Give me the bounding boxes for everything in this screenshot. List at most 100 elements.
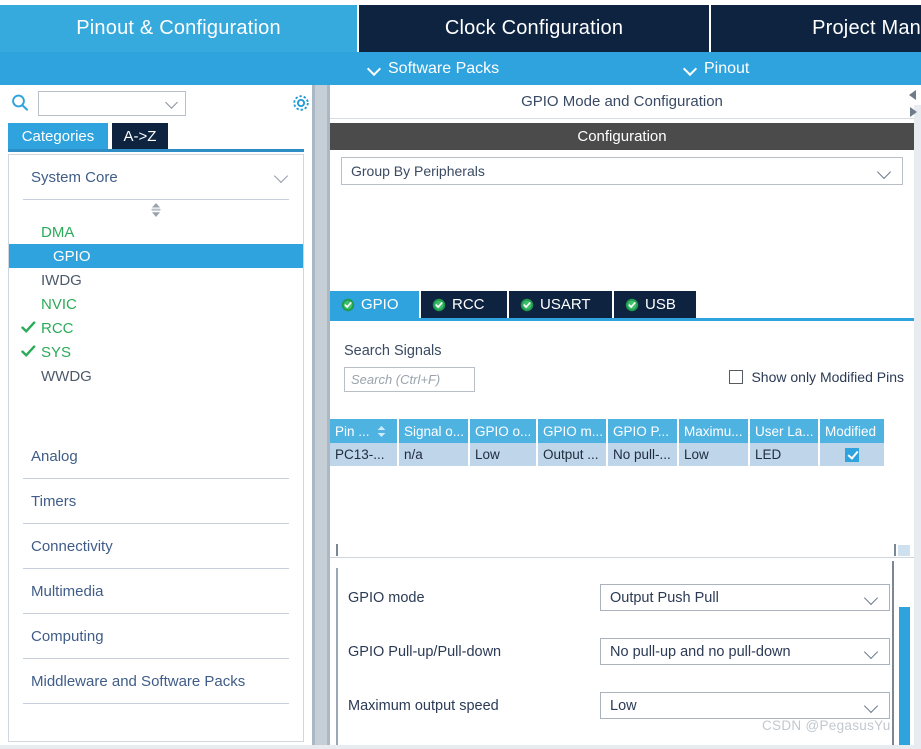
show-only-modified-pins-checkbox[interactable]: [729, 370, 743, 384]
sidebar-tab-underline: [8, 149, 304, 152]
check-circle-icon: [341, 298, 355, 312]
tab-clock-configuration[interactable]: Clock Configuration: [357, 5, 709, 52]
col-signal-on-pin[interactable]: Signal o...: [399, 419, 470, 443]
sidebar-search-input[interactable]: [38, 91, 186, 116]
category-analog-header[interactable]: Analog: [9, 434, 303, 478]
sidebar-item-wwdg[interactable]: WWDG: [9, 364, 303, 388]
col-pin[interactable]: Pin ...: [330, 419, 399, 443]
ptab-usb[interactable]: USB: [614, 291, 698, 318]
form-vscrollbar-thumb[interactable]: [899, 607, 910, 749]
ptab-usart-label: USART: [540, 296, 591, 313]
col-gpio-output-label: GPIO o...: [475, 424, 531, 439]
field-gpio-pull-select[interactable]: No pull-up and no pull-down: [600, 638, 890, 665]
mode-header-label: GPIO Mode and Configuration: [521, 93, 723, 110]
pinout-label: Pinout: [704, 60, 749, 78]
show-only-modified-pins-label: Show only Modified Pins: [751, 369, 904, 385]
pins-table-hscrollbar[interactable]: [330, 543, 914, 557]
tab-project-manager[interactable]: Project Man: [709, 5, 921, 52]
col-maximum-speed[interactable]: Maximu...: [679, 419, 750, 443]
col-modified[interactable]: Modified: [820, 419, 884, 443]
pinout-menu[interactable]: Pinout: [684, 52, 749, 85]
cell-signal: n/a: [399, 443, 470, 466]
tab-pinout-configuration[interactable]: Pinout & Configuration: [0, 5, 357, 52]
field-gpio-pull-label: GPIO Pull-up/Pull-down: [348, 644, 501, 660]
cell-modified[interactable]: [820, 443, 884, 466]
field-maximum-output-speed: Maximum output speed Low: [330, 692, 914, 719]
tab-categories-label: Categories: [22, 128, 95, 145]
configuration-panel: GPIO Mode and Configuration Configuratio…: [330, 85, 914, 749]
sidebar-item-iwdg[interactable]: IWDG: [9, 268, 303, 292]
col-gpio-pull[interactable]: GPIO P...: [608, 419, 679, 443]
panel-splitter[interactable]: [312, 85, 330, 749]
ptab-gpio-label: GPIO: [361, 296, 399, 313]
sidebar-item-dma[interactable]: DMA: [9, 220, 303, 244]
chevron-down-icon: [684, 62, 697, 75]
sidebar-item-sys[interactable]: SYS: [9, 340, 303, 364]
search-signals-title: Search Signals: [344, 343, 442, 359]
ptab-rcc-label: RCC: [452, 296, 485, 313]
group-by-select[interactable]: Group By Peripherals: [341, 157, 903, 185]
mode-header: GPIO Mode and Configuration: [330, 85, 914, 119]
category-multimedia-header[interactable]: Multimedia: [9, 569, 303, 613]
category-system-core: System Core DMA: [9, 155, 303, 434]
sidebar-item-gpio[interactable]: GPIO: [9, 244, 303, 268]
field-maximum-output-speed-label: Maximum output speed: [348, 698, 499, 714]
search-signals-input[interactable]: Search (Ctrl+F): [344, 367, 475, 392]
category-middleware-software-packs-label: Middleware and Software Packs: [31, 673, 275, 690]
category-connectivity-header[interactable]: Connectivity: [9, 524, 303, 568]
bottom-gutter: [0, 745, 921, 749]
gear-icon[interactable]: [290, 92, 312, 114]
hscrollbar-thumb[interactable]: [898, 545, 910, 556]
category-computing-header[interactable]: Computing: [9, 614, 303, 658]
col-user-label[interactable]: User La...: [750, 419, 820, 443]
category-system-core-header[interactable]: System Core: [9, 155, 303, 199]
sidebar-item-gpio-label: GPIO: [53, 248, 91, 265]
scroll-right-arrow-icon[interactable]: [906, 105, 920, 119]
category-middleware-software-packs-header[interactable]: Middleware and Software Packs: [9, 659, 303, 703]
cell-gpio-output: Low: [470, 443, 538, 466]
chevron-down-icon: [368, 62, 381, 75]
field-gpio-pull-value: No pull-up and no pull-down: [610, 644, 791, 660]
form-vscrollbar[interactable]: [898, 561, 912, 749]
field-gpio-mode-select[interactable]: Output Push Pull: [600, 584, 890, 611]
software-packs-menu[interactable]: Software Packs: [368, 52, 499, 85]
tab-project-manager-label: Project Man: [812, 17, 921, 40]
sidebar-item-nvic-label: NVIC: [41, 296, 77, 313]
category-timers: Timers: [9, 479, 303, 524]
col-gpio-mode[interactable]: GPIO m...: [538, 419, 608, 443]
ptab-rcc[interactable]: RCC: [421, 291, 509, 318]
check-circle-icon: [432, 298, 446, 312]
cell-gpio-pull: No pull-...: [608, 443, 679, 466]
modified-checkbox[interactable]: [845, 448, 859, 462]
sidebar-view-tabs: Categories A->Z: [0, 123, 312, 149]
main-tab-bar: Pinout & Configuration Clock Configurati…: [0, 0, 921, 52]
ptab-gpio[interactable]: GPIO: [330, 291, 421, 318]
cell-gpio-mode: Output ...: [538, 443, 608, 466]
category-multimedia-label: Multimedia: [31, 583, 275, 600]
ptab-usb-label: USB: [645, 296, 676, 313]
col-gpio-output-level[interactable]: GPIO o...: [470, 419, 538, 443]
field-maximum-output-speed-select[interactable]: Low: [600, 692, 890, 719]
scroll-left-arrow-icon[interactable]: [906, 88, 920, 102]
category-timers-header[interactable]: Timers: [9, 479, 303, 523]
tab-categories[interactable]: Categories: [8, 123, 108, 149]
table-row[interactable]: PC13-... n/a Low Output ... No pull-... …: [330, 443, 914, 466]
col-user-label-label: User La...: [755, 424, 814, 439]
col-pin-label: Pin ...: [335, 424, 370, 439]
show-only-modified-pins-toggle[interactable]: Show only Modified Pins: [729, 369, 904, 385]
category-computing-label: Computing: [31, 628, 275, 645]
tab-a-to-z[interactable]: A->Z: [112, 123, 168, 149]
tab-pinout-configuration-label: Pinout & Configuration: [76, 17, 281, 40]
sidebar-item-rcc-label: RCC: [41, 320, 74, 337]
sidebar-item-dma-label: DMA: [41, 224, 74, 241]
sidebar-item-rcc[interactable]: RCC: [9, 316, 303, 340]
sidebar-item-nvic[interactable]: NVIC: [9, 292, 303, 316]
cell-user-label: LED: [750, 443, 820, 466]
check-icon: [21, 320, 36, 335]
check-icon: [21, 344, 36, 359]
tree-scroll-spinner[interactable]: [9, 200, 303, 220]
ptab-usart[interactable]: USART: [509, 291, 614, 318]
field-gpio-pull: GPIO Pull-up/Pull-down No pull-up and no…: [330, 638, 914, 665]
col-maximum-label: Maximu...: [684, 424, 743, 439]
sidebar-item-sys-label: SYS: [41, 344, 71, 361]
